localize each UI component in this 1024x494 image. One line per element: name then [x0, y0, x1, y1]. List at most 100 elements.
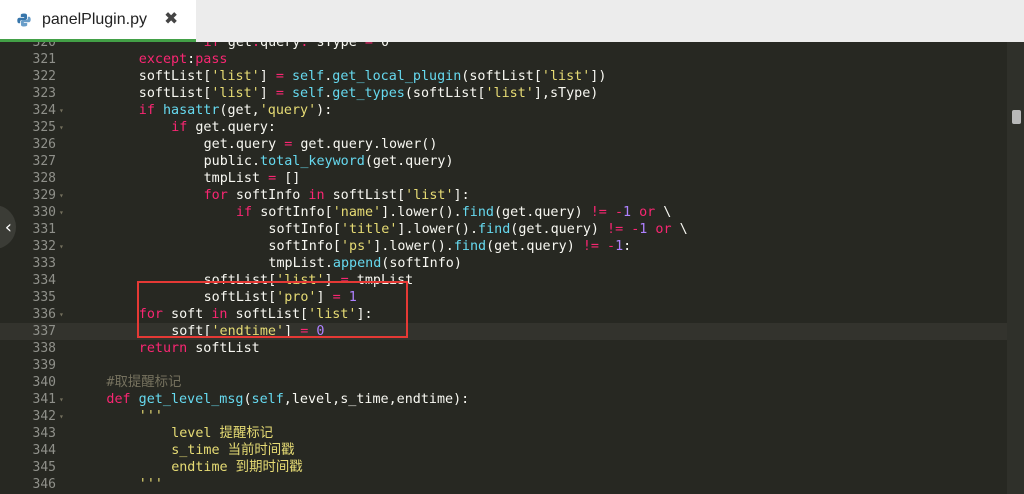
fold-arrow-icon[interactable]: ▾ [59, 204, 64, 221]
code-token: \ [671, 222, 688, 237]
code-token: append [332, 256, 382, 271]
code-token: 'list' [405, 188, 454, 203]
code-line[interactable]: 342 ▾ ''' [0, 408, 1024, 425]
code-token: softList[ [138, 86, 212, 101]
code-token: : [623, 239, 632, 254]
fold-arrow-icon[interactable]: ▾ [59, 238, 64, 255]
code-text: s_time 当前时间戳 [171, 442, 294, 459]
line-number: 344 [32, 443, 56, 458]
code-token: ] [284, 324, 301, 339]
code-token: 'endtime' [211, 324, 285, 339]
code-token: find [453, 239, 487, 254]
code-token: 'list' [541, 69, 591, 84]
code-line[interactable]: 336 ▾ for soft in softList['list']: [0, 306, 1024, 323]
code-token: = [275, 86, 284, 101]
code-token: 'name' [332, 205, 382, 220]
code-token: [] [276, 171, 301, 186]
code-line[interactable]: 335 softList['pro'] = 1 [0, 289, 1024, 306]
code-token: self [291, 69, 325, 84]
tab-panelplugin[interactable]: panelPlugin.py ✖ [0, 0, 196, 42]
code-line[interactable]: 343 level 提醒标记 [0, 425, 1024, 442]
code-token: 'list' [276, 273, 325, 288]
code-token: get [227, 42, 252, 50]
code-line[interactable]: 346 ''' [0, 476, 1024, 493]
code-token: 'ps' [340, 239, 374, 254]
code-line[interactable]: 320 if get.query: sType = 0 [0, 42, 1024, 51]
code-token: 'query' [259, 103, 317, 118]
line-number: 341 [32, 392, 56, 407]
code-line[interactable]: 324 ▾ if hasattr(get,'query'): [0, 102, 1024, 119]
code-token: for [138, 307, 172, 322]
code-line[interactable]: 340 #取提醒标记 [0, 374, 1024, 391]
code-line[interactable]: 323 softList['list'] = self.get_types(sof… [0, 85, 1024, 102]
code-token: find [461, 205, 494, 220]
code-line[interactable]: 330 ▾ if softInfo['name'].lower().find(get… [0, 204, 1024, 221]
code-token: ''' [138, 477, 163, 492]
code-token: query [260, 42, 301, 50]
code-token: : [300, 42, 317, 50]
code-text: public.total_keyword(get.query) [204, 153, 454, 170]
code-token: softInfo[ [268, 222, 341, 237]
code-line[interactable]: 345 endtime 到期时间戳 [0, 459, 1024, 476]
code-token: = [332, 290, 341, 305]
line-number: 345 [32, 460, 56, 475]
code-token: ] [259, 86, 276, 101]
code-token: 1 [348, 290, 357, 305]
fold-arrow-icon[interactable]: ▾ [59, 187, 64, 204]
fold-arrow-icon[interactable]: ▾ [59, 102, 64, 119]
code-line[interactable]: 333 tmpList.append(softInfo) [0, 255, 1024, 272]
code-text: def get_level_msg(self,level,s_time,endt… [106, 391, 469, 408]
code-line[interactable]: 341 ▾ def get_level_msg(self,level,s_time,… [0, 391, 1024, 408]
code-token: tmpList. [268, 256, 333, 271]
code-text: softList['pro'] = 1 [204, 289, 357, 306]
code-line[interactable]: 329 ▾ for softInfo in softList['list']: [0, 187, 1024, 204]
code-token: level 提醒标记 [171, 426, 274, 441]
fold-arrow-icon[interactable]: ▾ [59, 306, 64, 323]
code-line[interactable]: 334 softList['list'] = tmpList [0, 272, 1024, 289]
vertical-scrollbar[interactable] [1007, 42, 1024, 494]
fold-arrow-icon[interactable]: ▾ [59, 408, 64, 425]
line-number: 346 [32, 477, 56, 492]
code-token: def [106, 392, 139, 407]
fold-arrow-icon[interactable]: ▾ [59, 119, 64, 136]
code-token: != [590, 205, 607, 220]
code-token: or [639, 205, 656, 220]
code-text: softInfo['title'].lower().find(get.query… [268, 221, 687, 238]
code-token: 'title' [340, 222, 398, 237]
scrollbar-thumb[interactable] [1012, 110, 1021, 124]
code-token: ): [316, 103, 333, 118]
code-line[interactable]: 322 softList['list'] = self.get_local_plu… [0, 68, 1024, 85]
code-text: ''' [139, 408, 163, 425]
line-number: 324 [32, 103, 56, 118]
code-line[interactable]: 326 get.query = get.query.lower() [0, 136, 1024, 153]
code-token: except [138, 52, 188, 67]
close-tab-icon[interactable]: ✖ [164, 9, 178, 29]
code-line[interactable]: 331 softInfo['title'].lower().find(get.qu… [0, 221, 1024, 238]
code-line[interactable]: 338 return softList [0, 340, 1024, 357]
python-icon [17, 13, 31, 27]
line-number: 342 [32, 409, 56, 424]
code-line[interactable]: 321 except:pass [0, 51, 1024, 68]
line-number: 335 [32, 290, 56, 305]
code-line[interactable]: 344 s_time 当前时间戳 [0, 442, 1024, 459]
code-line[interactable]: 328 tmpList = [] [0, 170, 1024, 187]
code-token: (get, [219, 103, 260, 118]
code-line[interactable]: 332 ▾ softInfo['ps'].lower().find(get.quer… [0, 238, 1024, 255]
code-line[interactable]: 337 soft['endtime'] = 0 [0, 323, 1024, 340]
code-line[interactable]: 339 [0, 357, 1024, 374]
code-line[interactable]: 325 ▾ if get.query: [0, 119, 1024, 136]
line-number: 323 [32, 86, 56, 101]
code-text: tmpList.append(softInfo) [268, 255, 462, 272]
code-text: if softInfo['name'].lower().find(get.que… [236, 204, 671, 221]
code-token: public. [203, 154, 261, 169]
code-token: get_types [332, 86, 405, 101]
fold-arrow-icon[interactable]: ▾ [59, 391, 64, 408]
code-editor[interactable]: 320 if get.query: sType = 0 321 except:pass… [0, 42, 1024, 494]
code-text: if get.query: [171, 119, 276, 136]
code-text: endtime 到期时间戳 [171, 459, 302, 476]
code-token: = [275, 69, 284, 84]
line-number: 329 [32, 188, 56, 203]
code-line[interactable]: 327 public.total_keyword(get.query) [0, 153, 1024, 170]
